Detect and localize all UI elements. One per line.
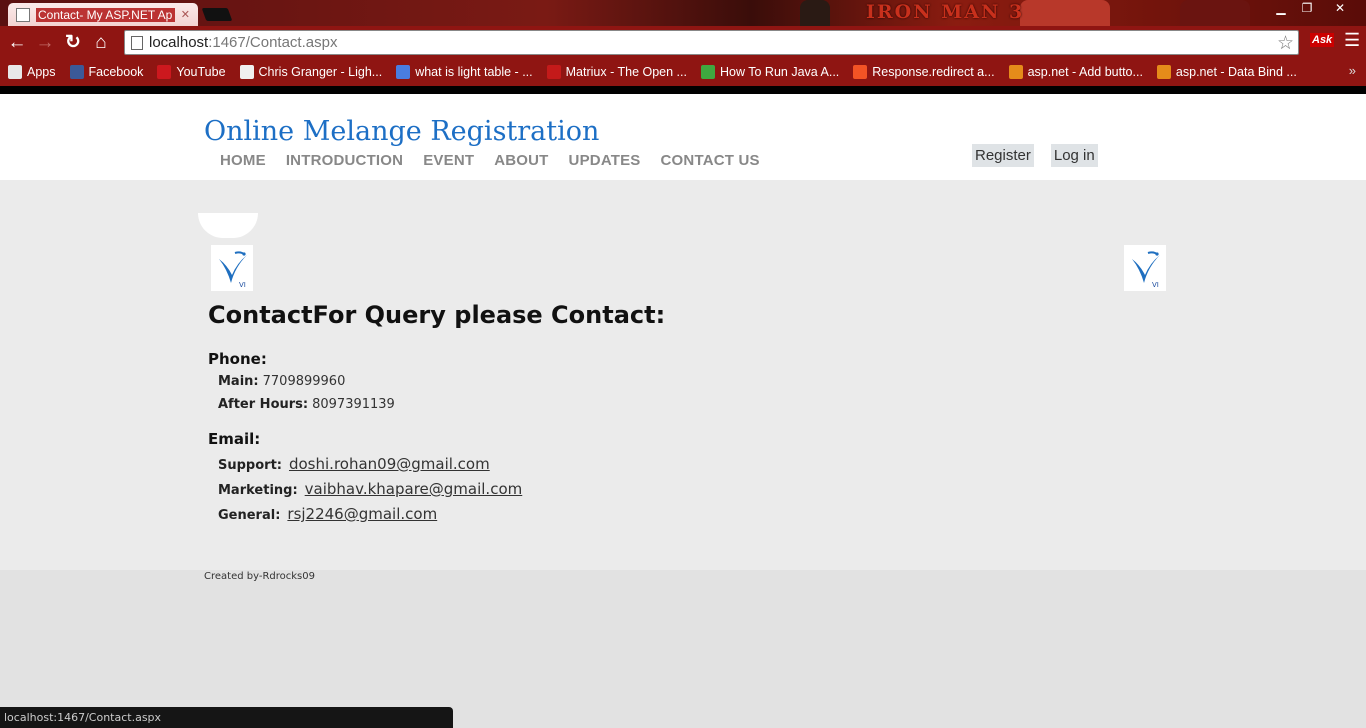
page-icon: [16, 7, 30, 22]
status-bar: localhost:1467/Contact.aspx: [0, 707, 453, 728]
home-icon[interactable]: ⌂: [87, 29, 115, 57]
bookmark-label: asp.net - Data Bind ...: [1175, 64, 1297, 79]
login-link[interactable]: Log in: [1050, 144, 1098, 167]
bookmark-item[interactable]: what is light table - ...: [396, 64, 533, 79]
bookmark-label: Facebook: [88, 64, 144, 79]
url-path: :1467/Contact.aspx: [208, 34, 338, 51]
bookmark-label: YouTube: [176, 64, 226, 79]
nav-link-introduction[interactable]: INTRODUCTION: [276, 152, 413, 169]
bookmark-label: Response.redirect a...: [872, 64, 995, 79]
bookmark-favicon-icon: [1156, 64, 1171, 79]
nav-link-updates[interactable]: UPDATES: [559, 152, 651, 169]
bookmark-item[interactable]: Facebook: [69, 64, 144, 79]
bookmark-item[interactable]: Matriux - The Open ...: [546, 64, 687, 79]
phone-after-hours-row: After Hours: 8097391139: [208, 397, 1108, 412]
theme-figure: [1020, 0, 1110, 26]
footer-credit: Created by-Rdrocks09: [204, 571, 315, 582]
restore-icon[interactable]: ❐: [1294, 0, 1320, 18]
nav-link-about[interactable]: ABOUT: [484, 152, 558, 169]
phone-main-row: Main: 7709899960: [208, 374, 1108, 389]
tab-close-icon[interactable]: ✕: [181, 8, 190, 21]
register-link[interactable]: Register: [972, 144, 1034, 167]
address-bar[interactable]: localhost:1467/Contact.aspx ☆: [124, 30, 1299, 55]
page-title: ContactFor Query please Contact:: [208, 301, 666, 329]
bookmark-star-icon[interactable]: ☆: [1277, 32, 1294, 55]
svg-text:VI: VI: [239, 281, 246, 289]
bookmark-label: Matriux - The Open ...: [565, 64, 687, 79]
email-section-title: Email:: [208, 430, 261, 448]
decorative-half-circle: [198, 213, 258, 238]
bookmarks-bar: Apps Facebook YouTube Chris Granger - Ligh.…: [0, 59, 1366, 84]
email-marketing-label: Marketing:: [218, 483, 298, 498]
bookmark-favicon-icon: [239, 64, 254, 79]
bookmark-item[interactable]: How To Run Java A...: [700, 64, 840, 79]
bookmark-label: Apps: [27, 64, 56, 79]
back-icon[interactable]: ←: [3, 29, 31, 57]
email-general-row: General: rsj2246@gmail.com: [208, 505, 1108, 523]
theme-figure: [1180, 0, 1250, 26]
email-general-link[interactable]: rsj2246@gmail.com: [287, 505, 437, 523]
nav-link-home[interactable]: HOME: [210, 152, 276, 169]
bookmark-item[interactable]: Apps: [8, 64, 56, 79]
event-logo-left: VI: [211, 245, 253, 291]
email-general-label: General:: [218, 508, 281, 523]
bookmark-label: asp.net - Add butto...: [1027, 64, 1143, 79]
email-support-link[interactable]: doshi.rohan09@gmail.com: [289, 455, 490, 473]
bookmark-label: How To Run Java A...: [719, 64, 840, 79]
phone-section-title: Phone:: [208, 350, 267, 368]
reload-icon[interactable]: ↻: [59, 29, 87, 57]
contact-content: ContactFor Query please Contact: Phone: …: [208, 301, 1108, 523]
bookmark-favicon-icon: [546, 64, 561, 79]
menu-icon[interactable]: ☰: [1344, 30, 1360, 51]
phone-main-value: 7709899960: [262, 374, 346, 389]
phone-after-hours-value: 8097391139: [312, 397, 395, 412]
site-title[interactable]: Online Melange Registration: [204, 116, 599, 147]
theme-banner-text: IRON MAN 3: [866, 1, 1025, 23]
bookmark-label: Chris Granger - Ligh...: [258, 64, 383, 79]
main-content-area: VI VI ContactFor Query please Contact: P…: [0, 180, 1366, 570]
browser-tab[interactable]: Contact- My ASP.NET Ap ✕: [8, 3, 198, 26]
svg-text:VI: VI: [1152, 281, 1159, 289]
nav-link-event[interactable]: EVENT: [413, 152, 484, 169]
login-area: Register Log in: [972, 144, 1098, 167]
email-marketing-row: Marketing: vaibhav.khapare@gmail.com: [208, 480, 1108, 498]
main-nav: HOME INTRODUCTION EVENT ABOUT UPDATES CONTACT…: [210, 152, 770, 169]
bookmark-item[interactable]: asp.net - Data Bind ...: [1156, 64, 1297, 79]
minimize-icon[interactable]: ▁: [1268, 0, 1294, 18]
window-controls: ▁ ❐ ✕: [1268, 0, 1360, 18]
more-bookmarks-icon[interactable]: »: [1349, 63, 1356, 78]
phone-after-hours-label: After Hours:: [218, 397, 309, 412]
ask-extension-icon[interactable]: Ask: [1310, 33, 1335, 47]
bookmark-favicon-icon: [396, 64, 411, 79]
bookmark-item[interactable]: YouTube: [157, 64, 226, 79]
bookmark-favicon-icon: [700, 64, 715, 79]
url-host: localhost: [149, 34, 209, 51]
forward-icon[interactable]: →: [31, 29, 59, 57]
bookmark-favicon-icon: [69, 64, 84, 79]
event-logo-right: VI: [1124, 245, 1166, 291]
chrome-divider: [0, 84, 1366, 94]
browser-toolbar: ← → ↻ ⌂ localhost:1467/Contact.aspx ☆ As…: [0, 26, 1366, 59]
page-icon: [131, 36, 143, 50]
bookmark-item[interactable]: asp.net - Add butto...: [1008, 64, 1143, 79]
bookmark-favicon-icon: [157, 64, 172, 79]
bookmark-item[interactable]: Chris Granger - Ligh...: [239, 64, 383, 79]
bookmark-favicon-icon: [853, 64, 868, 79]
bookmark-label: what is light table - ...: [415, 64, 533, 79]
bookmark-item[interactable]: Response.redirect a...: [853, 64, 995, 79]
theme-figure: [800, 0, 830, 26]
bookmark-favicon-icon: [1008, 64, 1023, 79]
browser-titlebar: IRON MAN 3 Contact- My ASP.NET Ap ✕ ▁ ❐ …: [0, 0, 1366, 26]
apps-icon: [8, 64, 22, 79]
email-support-label: Support:: [218, 458, 282, 473]
phone-main-label: Main:: [218, 374, 259, 389]
nav-link-contact-us[interactable]: CONTACT US: [651, 152, 770, 169]
site-header: Online Melange Registration HOME INTRODUC…: [0, 94, 1366, 180]
email-marketing-link[interactable]: vaibhav.khapare@gmail.com: [305, 480, 523, 498]
close-window-icon[interactable]: ✕: [1320, 0, 1360, 18]
tab-title: Contact- My ASP.NET Ap: [36, 7, 175, 22]
new-tab-button[interactable]: [201, 8, 233, 21]
email-support-row: Support: doshi.rohan09@gmail.com: [208, 455, 1108, 473]
